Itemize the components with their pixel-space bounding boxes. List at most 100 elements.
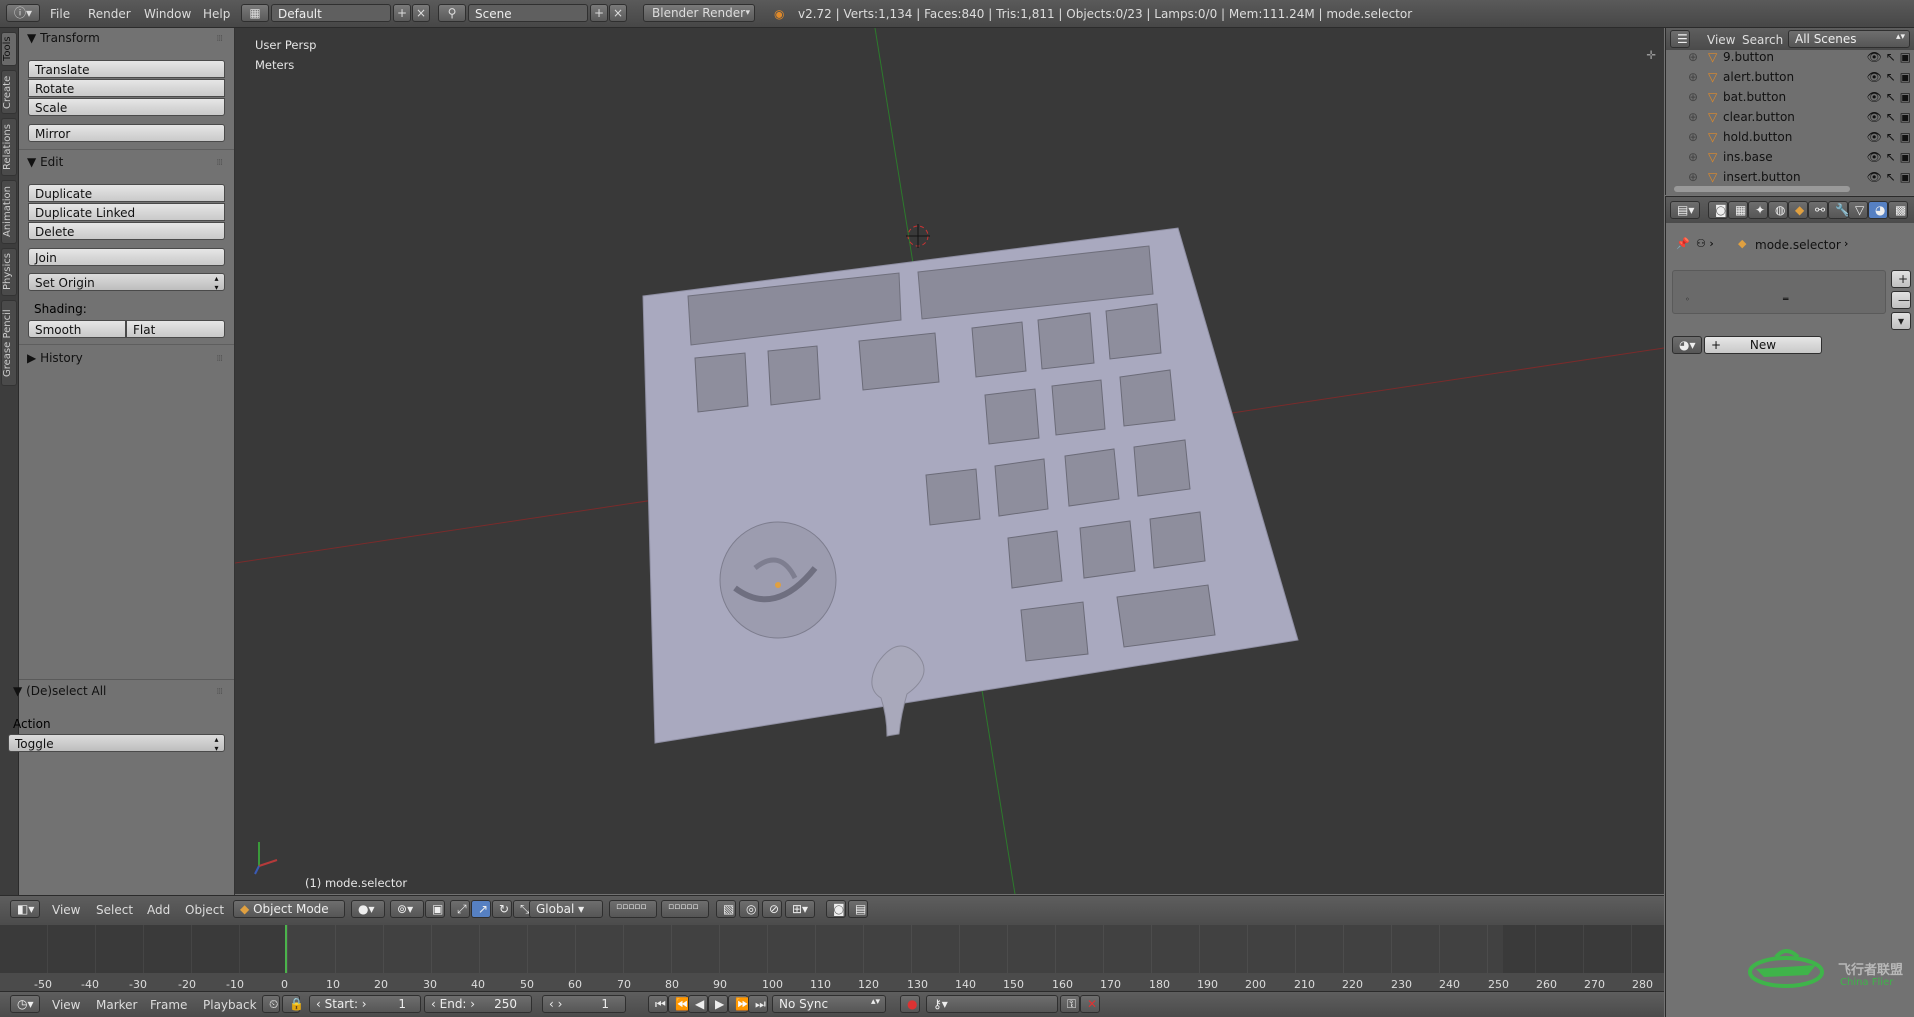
jump-keyframe-back-icon[interactable]: ⏪ <box>668 995 690 1013</box>
menu-marker[interactable]: Marker <box>96 998 137 1012</box>
material-tab-icon[interactable]: ◕ <box>1868 201 1888 219</box>
transform-panel-header[interactable]: ▼ Transform <box>27 31 100 45</box>
delete-button[interactable]: Delete <box>28 222 225 240</box>
mirror-button[interactable]: Mirror <box>28 124 225 142</box>
menu-file[interactable]: File <box>50 7 70 21</box>
remove-layout-icon[interactable]: × <box>412 4 430 22</box>
modifiers-tab-icon[interactable]: 🔧 <box>1828 201 1850 219</box>
expand-icon[interactable]: ⊕ <box>1688 110 1698 124</box>
history-panel-header[interactable]: ▶ History <box>27 351 83 365</box>
visibility-icons[interactable]: 👁 ↖ ▣ <box>1867 90 1911 104</box>
editor-type-button[interactable]: ◷▾ <box>10 995 40 1013</box>
outliner-row[interactable]: ⊕ ▽ insert.button 👁 ↖ ▣ <box>1666 170 1914 186</box>
layers-grid-1[interactable]: ▫▫▫▫▫ <box>609 900 657 918</box>
menu-select[interactable]: Select <box>96 903 133 917</box>
drag-handle-icon[interactable]: ⁞⁞⁞ <box>216 34 223 44</box>
proportional-edit-icon[interactable]: ◎ <box>739 900 759 918</box>
menu-window[interactable]: Window <box>144 7 191 21</box>
rotate-manipulator-icon[interactable]: ↻ <box>492 900 512 918</box>
scene-browse-icon[interactable]: ⚲ <box>438 4 466 22</box>
lock-icon[interactable]: 🔒 <box>282 995 304 1013</box>
visibility-icons[interactable]: 👁 ↖ ▣ <box>1867 110 1911 124</box>
translate-button[interactable]: Translate <box>28 60 225 78</box>
pin-icon[interactable]: 📌 <box>1676 237 1690 250</box>
drag-handle-icon[interactable]: ⁞⁞⁞ <box>216 687 223 697</box>
menu-render[interactable]: Render <box>88 7 131 21</box>
slot-menu-icon[interactable]: ▾ <box>1891 312 1911 330</box>
viewport-shading-dropdown[interactable]: ●▾ <box>351 900 385 918</box>
tab-physics[interactable]: Physics <box>1 248 17 296</box>
outliner-row[interactable]: ⊕ ▽ alert.button 👁 ↖ ▣ <box>1666 70 1914 90</box>
mode-dropdown[interactable]: ◆ Object Mode <box>233 900 345 918</box>
editor-type-button[interactable]: ▤▾ <box>1670 201 1700 219</box>
smooth-shading-button[interactable]: Smooth <box>28 320 126 338</box>
list-resize-handle[interactable]: ═ <box>1783 295 1788 305</box>
visibility-icons[interactable]: 👁 ↖ ▣ <box>1867 130 1911 144</box>
layers-grid-2[interactable]: ▫▫▫▫▫ <box>661 900 709 918</box>
start-frame-field[interactable]: ‹ Start: 1 › <box>309 995 421 1013</box>
expand-icon[interactable]: ⊕ <box>1688 50 1698 64</box>
object-tab-icon[interactable]: ◆ <box>1788 201 1808 219</box>
menu-add[interactable]: Add <box>147 903 170 917</box>
menu-object[interactable]: Object <box>185 903 224 917</box>
menu-search[interactable]: Search <box>1742 33 1783 47</box>
3d-viewport[interactable]: User Persp Meters (1) mode.selector ✛ <box>235 28 1664 894</box>
scene-name-field[interactable]: Scene <box>468 4 588 22</box>
new-material-button[interactable]: + New <box>1704 336 1822 354</box>
sync-mode-dropdown[interactable]: No Sync ▴▾ <box>772 995 886 1013</box>
material-slot-list[interactable]: ◦ ═ <box>1672 270 1886 314</box>
outliner-row[interactable]: ⊕ ▽ hold.button 👁 ↖ ▣ <box>1666 130 1914 150</box>
snap-toggle-icon[interactable]: ⊘ <box>762 900 782 918</box>
expand-icon[interactable]: ⊕ <box>1688 90 1698 104</box>
lock-layer-icon[interactable]: ▧ <box>716 900 736 918</box>
insert-keyframe-icon[interactable]: ⚿ <box>1060 995 1080 1013</box>
render-layers-tab-icon[interactable]: ▦ <box>1728 201 1748 219</box>
snap-element-dropdown[interactable]: ⊞▾ <box>785 900 815 918</box>
menu-help[interactable]: Help <box>203 7 230 21</box>
constraints-tab-icon[interactable]: ⚯ <box>1808 201 1828 219</box>
expand-icon[interactable]: ⊕ <box>1688 170 1698 184</box>
scale-button[interactable]: Scale <box>28 98 225 116</box>
add-layout-icon[interactable]: + <box>393 4 411 22</box>
play-icon[interactable]: ▶ <box>708 995 728 1013</box>
edit-panel-header[interactable]: ▼ Edit <box>27 155 63 169</box>
visibility-icons[interactable]: 👁 ↖ ▣ <box>1867 170 1911 184</box>
flat-shading-button[interactable]: Flat <box>126 320 225 338</box>
outliner-row[interactable]: ⊕ ▽ bat.button 👁 ↖ ▣ <box>1666 90 1914 110</box>
menu-view[interactable]: View <box>52 998 80 1012</box>
join-button[interactable]: Join <box>28 248 225 266</box>
current-frame-field[interactable]: ‹ 1 › <box>542 995 626 1013</box>
scene-tab-icon[interactable]: ✦ <box>1748 201 1768 219</box>
expand-icon[interactable]: ⊕ <box>1688 70 1698 84</box>
editor-type-button[interactable]: ◧▾ <box>10 900 40 918</box>
texture-tab-icon[interactable]: ▩ <box>1888 201 1908 219</box>
tab-grease-pencil[interactable]: Grease Pencil <box>1 300 17 386</box>
end-frame-field[interactable]: ‹ End: 250 › <box>424 995 532 1013</box>
tab-animation[interactable]: Animation <box>1 180 17 244</box>
play-reverse-icon[interactable]: ◀ <box>688 995 708 1013</box>
outliner-row[interactable]: ⊕ ▽ 9.button 👁 ↖ ▣ <box>1666 50 1914 70</box>
pivot-point-dropdown[interactable]: ⊚▾ <box>390 900 424 918</box>
editor-type-button[interactable]: ☰ <box>1670 30 1690 48</box>
editor-type-button[interactable]: ⓘ▾ <box>6 4 40 22</box>
menu-view[interactable]: View <box>52 903 80 917</box>
layer-visibility-icon[interactable]: ▣ <box>425 900 445 918</box>
transform-orientation-dropdown[interactable]: Global ▾ <box>529 900 603 918</box>
material-browse-button[interactable]: ◕▾ <box>1672 336 1702 354</box>
keying-set-field[interactable]: ⚷▾ <box>926 995 1058 1013</box>
world-tab-icon[interactable]: ◍ <box>1768 201 1788 219</box>
visibility-icons[interactable]: 👁 ↖ ▣ <box>1867 70 1911 84</box>
tab-create[interactable]: Create <box>1 70 17 114</box>
display-mode-dropdown[interactable]: All Scenes ▴▾ <box>1788 30 1910 48</box>
data-tab-icon[interactable]: ▽ <box>1848 201 1868 219</box>
jump-keyframe-forward-icon[interactable]: ⏩ <box>728 995 750 1013</box>
operator-panel-header[interactable]: ▼ (De)select All <box>13 684 106 698</box>
render-image-icon[interactable]: ◙ <box>826 900 846 918</box>
drag-handle-icon[interactable]: ⁞⁞⁞ <box>216 158 223 168</box>
visibility-icons[interactable]: 👁 ↖ ▣ <box>1867 150 1911 164</box>
expand-icon[interactable]: ⊕ <box>1688 130 1698 144</box>
rotate-button[interactable]: Rotate <box>28 79 225 97</box>
record-icon[interactable]: ● <box>900 995 920 1013</box>
outliner-row[interactable]: ⊕ ▽ clear.button 👁 ↖ ▣ <box>1666 110 1914 130</box>
render-engine-dropdown[interactable]: Blender Render ▾ <box>643 4 755 22</box>
